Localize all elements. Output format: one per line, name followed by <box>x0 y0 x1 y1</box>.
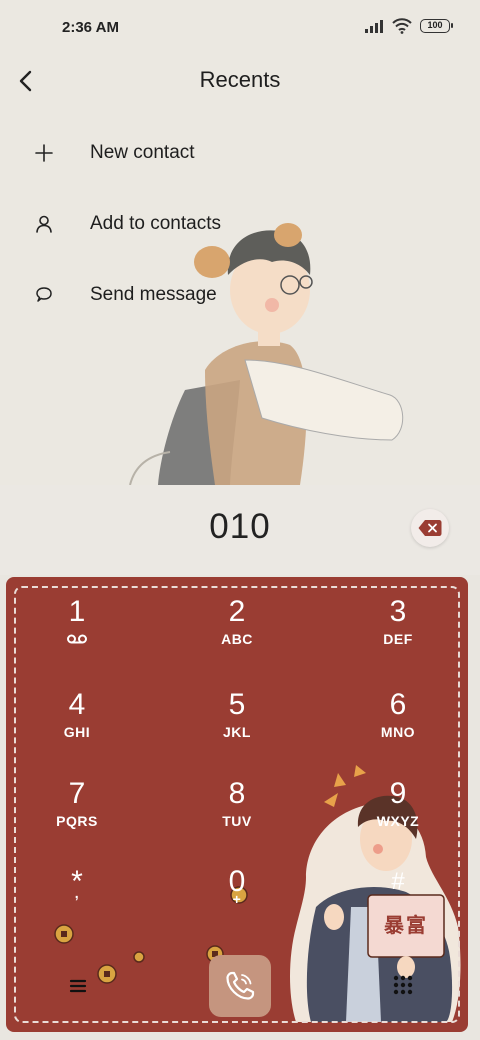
key-3[interactable]: 3 DEF <box>338 595 458 665</box>
plus-icon <box>35 144 53 162</box>
header: Recents <box>0 56 480 108</box>
dialpad-grid-icon <box>393 975 413 995</box>
dialpad-toggle-button[interactable] <box>392 974 414 996</box>
send-message-item[interactable]: Send message <box>0 267 300 323</box>
sign-text: 暴富 <box>384 913 428 937</box>
phone-icon <box>226 971 255 1000</box>
key-1-digit: 1 <box>68 595 86 628</box>
key-3-digit: 3 <box>389 595 407 628</box>
key-4-digit: 4 <box>68 688 86 721</box>
key-9-letters: WXYZ <box>376 813 420 829</box>
status-time: 2:36 AM <box>62 19 119 36</box>
backspace-icon <box>418 520 442 536</box>
menu-button[interactable] <box>66 974 90 998</box>
key-5-digit: 5 <box>228 688 246 721</box>
key-9[interactable]: 9 WXYZ <box>338 777 458 847</box>
key-8-digit: 8 <box>228 777 246 810</box>
key-2-digit: 2 <box>228 595 246 628</box>
key-5-letters: JKL <box>223 724 251 740</box>
key-3-letters: DEF <box>383 631 413 647</box>
key-7[interactable]: 7 PQRS <box>17 777 137 847</box>
key-star-letters: , <box>74 885 80 901</box>
key-2-letters: ABC <box>221 631 253 647</box>
backspace-button[interactable] <box>411 509 449 547</box>
key-0-letters: + <box>232 891 242 907</box>
hamburger-menu-icon <box>69 979 87 993</box>
chevron-left-icon <box>19 70 32 92</box>
send-message-label: Send message <box>90 284 217 305</box>
key-9-digit: 9 <box>389 777 407 810</box>
dialed-number: 010 <box>209 507 271 546</box>
battery-icon: 100 <box>420 19 453 33</box>
wifi-icon <box>392 18 412 34</box>
key-star[interactable]: * , <box>17 865 137 935</box>
voicemail-icon <box>67 634 87 644</box>
page-title: Recents <box>199 67 281 92</box>
add-to-contacts-label: Add to contacts <box>90 213 221 234</box>
key-4-letters: GHI <box>63 724 91 740</box>
dial-keypad: 1 2 ABC 3 DEF 4 GHI 5 JKL 6 MNO 7 PQRS 8… <box>6 577 468 1032</box>
number-display: 010 <box>0 485 480 575</box>
key-4[interactable]: 4 GHI <box>17 688 137 758</box>
key-8-letters: TUV <box>222 813 252 829</box>
person-icon <box>36 215 52 233</box>
new-contact-label: New contact <box>90 142 195 163</box>
add-to-contacts-item[interactable]: Add to contacts <box>0 196 300 252</box>
key-7-digit: 7 <box>68 777 86 810</box>
key-2[interactable]: 2 ABC <box>177 595 297 665</box>
key-hash-digit: # <box>391 868 405 895</box>
key-1[interactable]: 1 <box>17 595 137 665</box>
call-button[interactable] <box>209 955 271 1017</box>
key-8[interactable]: 8 TUV <box>177 777 297 847</box>
key-6-letters: MNO <box>380 724 416 740</box>
status-bar: 2:36 AM 100 <box>0 0 480 56</box>
key-7-letters: PQRS <box>56 813 98 829</box>
chat-bubble-icon <box>36 287 52 302</box>
status-icons: 100 <box>364 18 453 34</box>
key-6[interactable]: 6 MNO <box>338 688 458 758</box>
back-button[interactable] <box>12 64 40 98</box>
key-6-digit: 6 <box>389 688 407 721</box>
signal-icon <box>365 20 383 33</box>
key-0[interactable]: 0 + <box>177 865 297 935</box>
new-contact-item[interactable]: New contact <box>0 125 300 181</box>
recents-panel: 2:36 AM 100 Recents New contact Add to c… <box>0 0 480 485</box>
key-5[interactable]: 5 JKL <box>177 688 297 758</box>
